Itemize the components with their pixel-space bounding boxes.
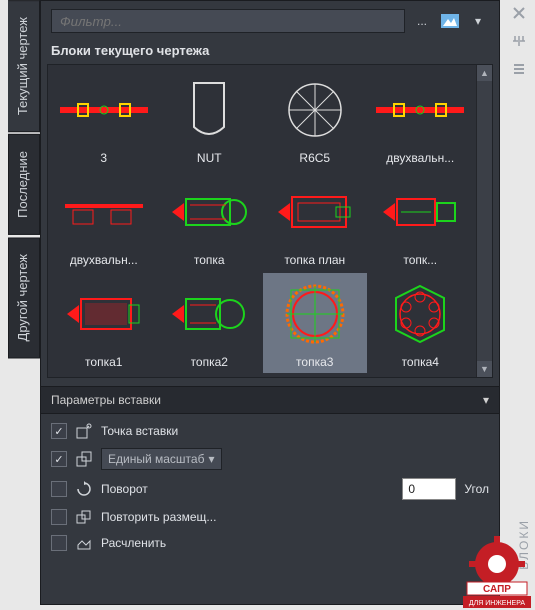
explode-icon [75, 534, 93, 552]
filter-more-button[interactable]: ... [411, 10, 433, 32]
rotation-unit-label: Угол [464, 482, 489, 496]
block-label: топка3 [296, 351, 333, 369]
block-thumb[interactable]: 3 [52, 69, 156, 169]
block-thumb[interactable]: топка1 [52, 273, 156, 373]
svg-text:САПР: САПР [483, 584, 511, 595]
repeat-icon [75, 508, 93, 526]
tab-current-drawing[interactable]: Текущий чертеж [8, 0, 40, 132]
svg-text:ДЛЯ ИНЖЕНЕРА: ДЛЯ ИНЖЕНЕРА [469, 600, 525, 607]
scroll-down-icon[interactable]: ▼ [477, 361, 492, 377]
block-label: топка план [284, 249, 345, 267]
block-thumb[interactable]: двухвальн... [52, 171, 156, 271]
block-thumb[interactable]: NUT [158, 69, 262, 169]
repeat-checkbox[interactable] [51, 509, 67, 525]
pin-icon[interactable] [510, 32, 528, 50]
thumbnail-mode-icon[interactable] [439, 10, 461, 32]
block-label: топка4 [402, 351, 439, 369]
chevron-down-icon: ▾ [483, 393, 489, 407]
block-thumb[interactable]: топка [158, 171, 262, 271]
scale-checkbox[interactable] [51, 451, 67, 467]
repeat-label: Повторить размещ... [101, 510, 216, 524]
block-gallery: 3 NUT R6C5 двухвальн... двухвальн... т [48, 65, 476, 377]
block-thumb[interactable]: топк... [369, 171, 473, 271]
scroll-up-icon[interactable]: ▲ [477, 65, 492, 81]
block-thumb[interactable]: R6C5 [263, 69, 367, 169]
params-header[interactable]: Параметры вставки ▾ [41, 386, 499, 414]
filter-input[interactable] [51, 9, 405, 33]
block-thumb[interactable]: двухвальн... [369, 69, 473, 169]
rotation-angle-input[interactable] [402, 478, 456, 500]
block-label: NUT [197, 147, 222, 165]
scale-icon [75, 450, 93, 468]
block-thumb[interactable]: топка план [263, 171, 367, 271]
block-thumb[interactable]: топка2 [158, 273, 262, 373]
insertion-point-checkbox[interactable] [51, 423, 67, 439]
tab-recent[interactable]: Последние [8, 134, 40, 235]
section-title: Блоки текущего чертежа [41, 39, 499, 64]
insertion-point-label: Точка вставки [101, 424, 178, 438]
chevron-down-icon: ▾ [208, 452, 214, 466]
dropdown-chevron-icon[interactable]: ▾ [467, 10, 489, 32]
block-label: R6C5 [299, 147, 330, 165]
watermark-logo: САПР ДЛЯ ИНЖЕНЕРА [457, 532, 535, 610]
tab-other-drawing[interactable]: Другой чертеж [8, 237, 40, 358]
block-thumb[interactable]: топка4 [369, 273, 473, 373]
block-label: 3 [100, 147, 107, 165]
explode-label: Расчленить [101, 536, 166, 550]
block-thumb[interactable]: топка3 [263, 273, 367, 373]
rotation-icon [75, 480, 93, 498]
rotation-checkbox[interactable] [51, 481, 67, 497]
block-label: двухвальн... [386, 147, 454, 165]
block-label: топка1 [85, 351, 122, 369]
close-icon[interactable] [510, 4, 528, 22]
explode-checkbox[interactable] [51, 535, 67, 551]
params-title: Параметры вставки [51, 393, 161, 407]
block-label: топка2 [191, 351, 228, 369]
scale-dropdown-label: Единый масштаб [108, 452, 204, 466]
block-label: топк... [403, 249, 437, 267]
block-label: топка [194, 249, 225, 267]
menu-icon[interactable] [510, 60, 528, 78]
insertion-point-icon [75, 422, 93, 440]
block-label: двухвальн... [70, 249, 138, 267]
scrollbar[interactable]: ▲ ▼ [476, 65, 492, 377]
blocks-panel: ... ▾ Блоки текущего чертежа 3 NUT R6C5 [40, 0, 500, 605]
scale-dropdown[interactable]: Единый масштаб ▾ [101, 448, 222, 470]
rotation-label: Поворот [101, 482, 148, 496]
